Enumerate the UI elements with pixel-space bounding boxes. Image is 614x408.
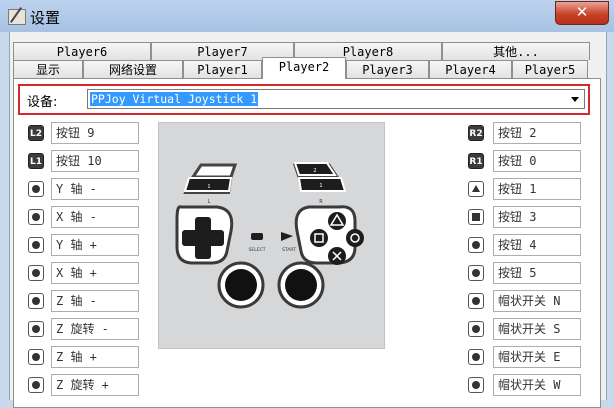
l1-button-binding-field[interactable]: 按钮 10 (51, 150, 139, 172)
left-stick-down-binding-field[interactable]: Z 轴 + (51, 346, 139, 368)
dpad-up-binding-field[interactable]: Y 轴 - (51, 178, 139, 200)
left-stick-right-icon (28, 377, 44, 393)
right-stick-up-icon (468, 293, 484, 309)
r2-button-binding-field[interactable]: 按钮 2 (493, 122, 581, 144)
tab-network[interactable]: 网络设置 (83, 60, 183, 78)
tab-player2[interactable]: Player2 (262, 57, 346, 79)
device-select[interactable]: PPJoy Virtual Joystick 1 (87, 89, 585, 109)
device-label: 设备: (27, 95, 58, 110)
cross-button-binding-field[interactable]: 按钮 4 (493, 234, 581, 256)
left-shoulder-buttons: 2 1 (183, 163, 238, 194)
left-stick-down-icon (28, 349, 44, 365)
analog-sticks (217, 261, 325, 309)
controller-diagram: 2 1 2 1 L R SELECT START (158, 122, 385, 349)
right-shoulder-buttons: 2 1 (292, 162, 347, 192)
start-button (281, 232, 293, 241)
tab-player3[interactable]: Player3 (346, 60, 429, 78)
dpad-right-binding-field[interactable]: X 轴 + (51, 262, 139, 284)
left-stick-up-binding-field[interactable]: Z 轴 - (51, 290, 139, 312)
dpad-down-binding-field[interactable]: Y 轴 + (51, 234, 139, 256)
l2-button-binding-field[interactable]: 按钮 9 (51, 122, 139, 144)
dpad-left-binding-field[interactable]: X 轴 - (51, 206, 139, 228)
tab-player1[interactable]: Player1 (183, 60, 262, 78)
right-stick-down-icon (468, 349, 484, 365)
right-stick-up-binding-field[interactable]: 帽状开关 N (493, 290, 581, 312)
right-stick-left-icon (468, 321, 484, 337)
pad-l-label: L (208, 199, 211, 205)
circle-button-binding-field[interactable]: 按钮 5 (493, 262, 581, 284)
title-bar: 设置 ✕ (0, 0, 614, 32)
gamepad-illustration: 2 1 2 1 L R SELECT START (175, 162, 364, 309)
l2-button-icon: L2 (28, 125, 44, 141)
select-label: SELECT (249, 247, 266, 253)
svg-text:2: 2 (213, 171, 216, 177)
device-selected-value: PPJoy Virtual Joystick 1 (90, 92, 259, 106)
tab-player4[interactable]: Player4 (429, 60, 512, 78)
right-stick-right-icon (468, 377, 484, 393)
dropdown-arrow-icon[interactable] (571, 97, 579, 102)
square-button-binding-field[interactable]: 按钮 3 (493, 206, 581, 228)
triangle-button-binding-field[interactable]: 按钮 1 (493, 178, 581, 200)
left-stick-left-binding-field[interactable]: Z 旋转 - (51, 318, 139, 340)
square-button-icon (468, 209, 484, 225)
r1-button-binding-field[interactable]: 按钮 0 (493, 150, 581, 172)
svg-text:2: 2 (313, 168, 316, 174)
r1-button-icon: R1 (468, 153, 484, 169)
r2-button-icon: R2 (468, 125, 484, 141)
left-stick-up-icon (28, 293, 44, 309)
right-stick-right-binding-field[interactable]: 帽状开关 W (493, 374, 581, 396)
tab-player5[interactable]: Player5 (512, 60, 588, 78)
window-title: 设置 (30, 9, 61, 27)
settings-wrench-icon (8, 9, 26, 25)
select-button (251, 233, 263, 240)
dpad-left-icon (28, 209, 44, 225)
tab-display[interactable]: 显示 (13, 60, 83, 78)
left-stick-right-binding-field[interactable]: Z 旋转 + (51, 374, 139, 396)
tab-other[interactable]: 其他... (442, 42, 590, 60)
dpad-right-icon (28, 265, 44, 281)
triangle-button-icon (468, 181, 484, 197)
circle-button-icon (468, 265, 484, 281)
dpad-down-icon (28, 237, 44, 253)
dpad-up-icon (28, 181, 44, 197)
svg-text:1: 1 (319, 183, 322, 189)
cross-button-icon (468, 237, 484, 253)
svg-text:1: 1 (207, 184, 210, 190)
l1-button-icon: L1 (28, 153, 44, 169)
left-stick-left-icon (28, 321, 44, 337)
right-stick-left-binding-field[interactable]: 帽状开关 S (493, 318, 581, 340)
close-button[interactable]: ✕ (555, 1, 609, 25)
pad-r-label: R (319, 199, 323, 205)
right-stick-down-binding-field[interactable]: 帽状开关 E (493, 346, 581, 368)
start-label: START (282, 247, 296, 253)
tab-player6[interactable]: Player6 (13, 42, 151, 60)
